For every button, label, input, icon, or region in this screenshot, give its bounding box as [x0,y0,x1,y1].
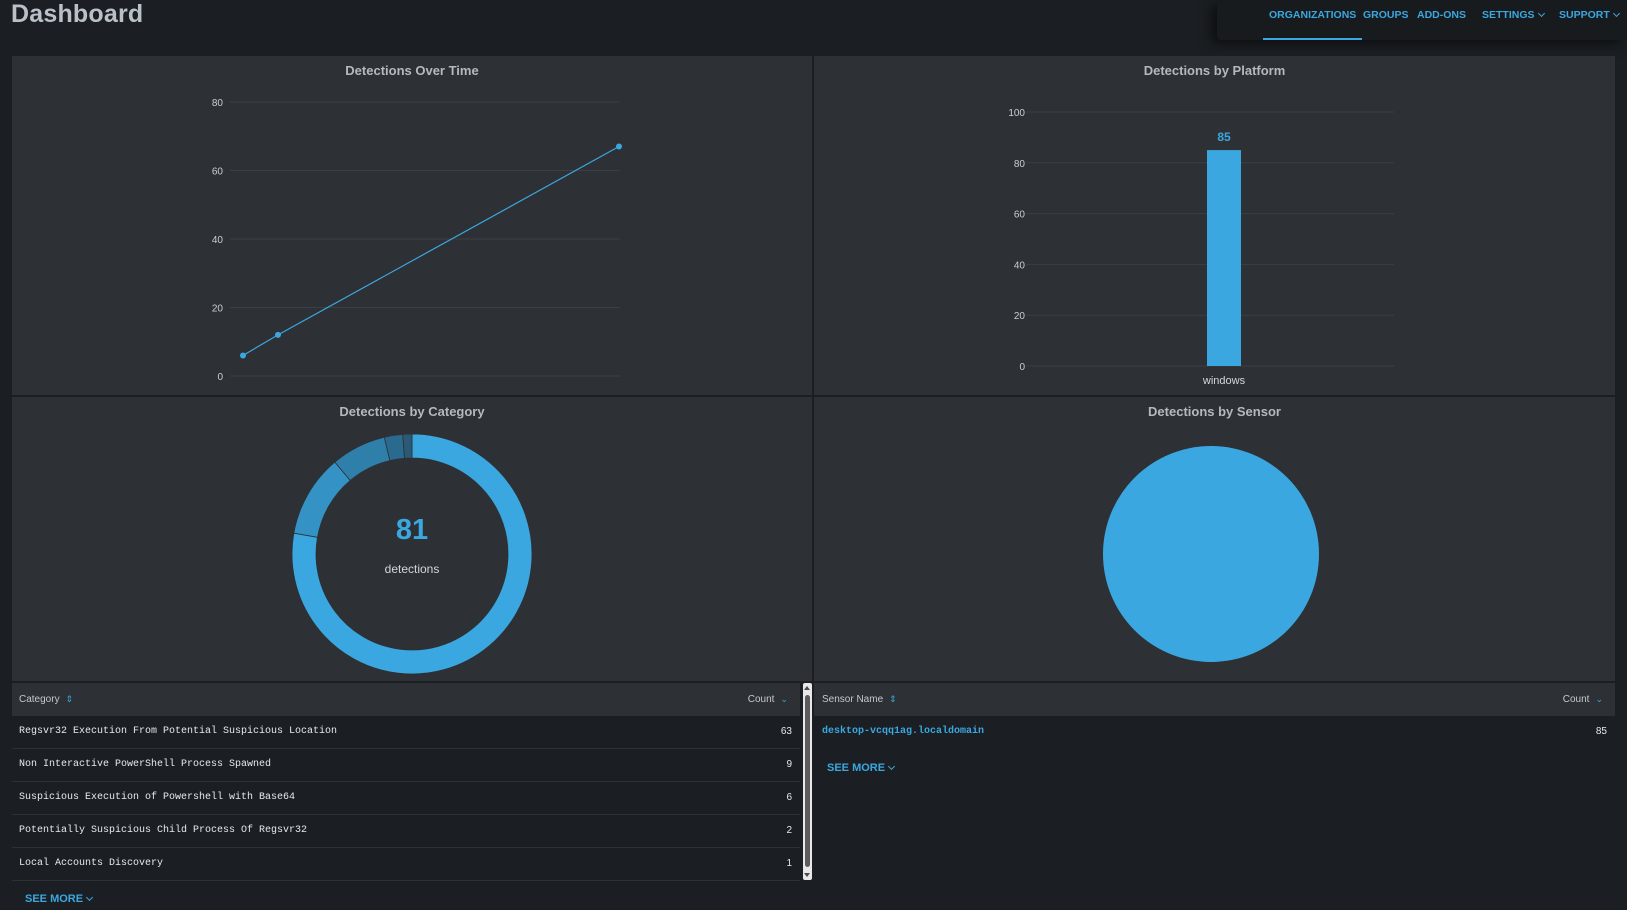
pie-slice [1103,446,1319,662]
data-point [240,352,246,359]
line-chart: 0 20 40 60 80 [212,98,622,383]
data-point [616,143,622,150]
y-tick-label: 60 [212,167,224,178]
sort-icon: ⇕ [889,694,897,704]
x-tick-label: windows [1202,375,1246,387]
scroll-up-icon[interactable] [804,686,810,690]
chevron-down-icon [888,762,896,771]
nav-settings[interactable]: SETTINGS [1482,9,1545,21]
sensor-table: Sensor Name ⇕ Count ⌄ desktop-vcqq1ag.loca… [814,683,1615,910]
category-name: Regsvr32 Execution From Potential Suspic… [19,726,338,737]
category-count: 9 [786,759,792,770]
column-header-count[interactable]: Count ⌄ [748,694,788,705]
category-count: 1 [786,858,792,869]
y-tick-label: 100 [1008,108,1025,119]
y-tick-label: 80 [212,98,224,109]
see-more-categories-button[interactable]: SEE MORE [25,893,94,905]
category-count: 63 [780,726,792,737]
category-name: Non Interactive PowerShell Process Spawn… [19,759,272,770]
nav-groups[interactable]: GROUPS [1363,9,1409,21]
y-tick-label: 40 [1014,260,1026,271]
column-header-count[interactable]: Count ⌄ [1563,694,1603,705]
donut-slice [402,433,413,459]
category-count: 6 [786,792,792,803]
pie-chart [1103,446,1319,662]
column-header-sensor-name[interactable]: Sensor Name ⇕ [822,694,897,705]
top-nav: ORGANIZATIONS GROUPS ADD-ONS SETTINGS SU… [1217,0,1627,40]
table-row[interactable]: Regsvr32 Execution From Potential Suspic… [12,716,800,749]
category-name: Local Accounts Discovery [19,858,164,869]
nav-add-ons[interactable]: ADD-ONS [1417,9,1466,21]
detections-by-sensor-panel: Detections by Sensor [814,397,1615,681]
table-scrollbar[interactable] [803,683,812,880]
y-tick-label: 60 [1014,210,1026,221]
y-tick-label: 0 [1019,362,1025,373]
table-header: Sensor Name ⇕ Count ⌄ [814,683,1615,716]
panel-title: Detections Over Time [345,63,479,78]
page-title: Dashboard [11,0,144,28]
table-row[interactable]: desktop-vcqq1ag.localdomain 85 [814,716,1615,749]
table-row[interactable]: Local Accounts Discovery 1 [12,848,800,881]
column-header-category[interactable]: Category ⇕ [19,694,73,705]
y-tick-label: 20 [212,304,224,315]
y-tick-label: 80 [1014,159,1026,170]
y-tick-label: 0 [217,372,223,383]
nav-organizations[interactable]: ORGANIZATIONS [1262,9,1363,40]
see-more-sensors-button[interactable]: SEE MORE [827,762,896,774]
bar [1207,150,1241,366]
detections-by-platform-panel: Detections by Platform 0 20 40 60 80 100 85 win… [814,56,1615,395]
y-tick-label: 20 [1014,311,1026,322]
sensor-count: 85 [1595,726,1607,737]
detections-total: 81 [395,514,429,546]
chevron-down-icon [1537,9,1545,18]
scroll-down-icon[interactable] [804,873,810,877]
scrollbar-thumb[interactable] [805,695,810,867]
chevron-down-icon [86,893,94,902]
category-table: Category ⇕ Count ⌄ Regsvr32 Execution From… [12,683,800,910]
table-header: Category ⇕ Count ⌄ [12,683,800,716]
table-row[interactable]: Non Interactive PowerShell Process Spawn… [12,749,800,782]
category-name: Suspicious Execution of Powershell with … [19,792,296,803]
chevron-down-icon: ⌄ [1595,694,1603,704]
detections-by-category-panel: Detections by Category 81 detections [12,397,812,681]
sensor-name-link[interactable]: desktop-vcqq1ag.localdomain [822,726,984,737]
chevron-down-icon: ⌄ [780,694,788,704]
nav-support[interactable]: SUPPORT [1559,9,1620,21]
category-count: 2 [786,825,792,836]
table-row[interactable]: Suspicious Execution of Powershell with … [12,782,800,815]
detections-over-time-panel: Detections Over Time 0 20 40 60 80 [12,56,812,395]
bar-data-label: 85 [1217,130,1231,144]
category-name: Potentially Suspicious Child Process Of … [19,825,308,836]
sort-icon: ⇕ [65,694,74,704]
table-row[interactable]: Potentially Suspicious Child Process Of … [12,815,800,848]
chevron-down-icon [1612,9,1620,18]
header: Dashboard ORGANIZATIONS GROUPS ADD-ONS S… [0,0,1627,54]
series-line [242,145,620,356]
panel-title: Detections by Platform [1143,63,1286,78]
bar-chart: 0 20 40 60 80 100 85 windows [1008,108,1394,387]
y-tick-label: 40 [212,235,224,246]
data-point [275,331,281,338]
detections-total-label: detections [384,562,440,576]
